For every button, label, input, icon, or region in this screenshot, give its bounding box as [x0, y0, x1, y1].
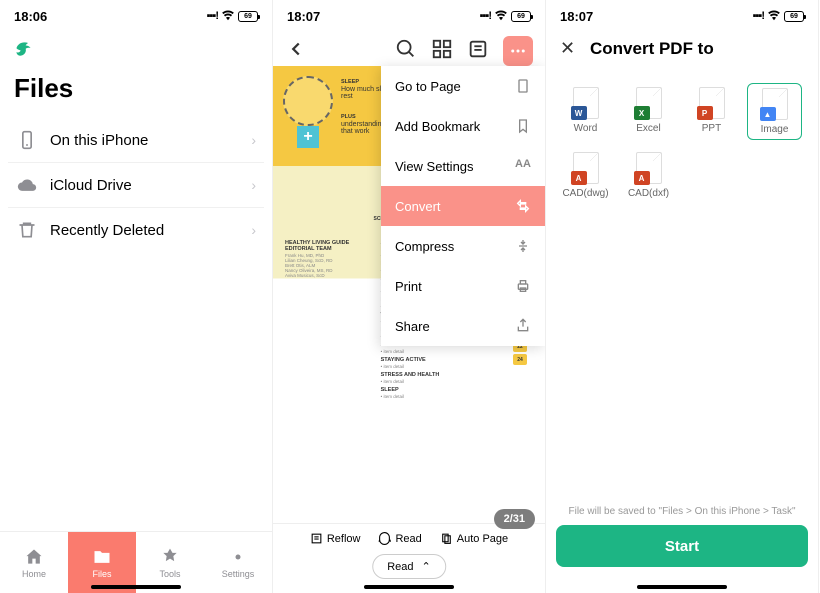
- page-indicator: 2/31: [494, 509, 535, 529]
- status-right: ▪▪▪! 69: [207, 8, 258, 25]
- wifi-icon: [767, 8, 781, 25]
- format-image[interactable]: ▲ Image: [747, 83, 802, 140]
- chevron-right-icon: ›: [251, 177, 256, 193]
- start-button[interactable]: Start: [556, 525, 808, 567]
- format-label: CAD(dwg): [562, 188, 608, 199]
- sleep-illustration: [283, 76, 333, 126]
- plus-icon: +: [297, 126, 319, 148]
- wifi-icon: [221, 8, 235, 25]
- screen-convert: 18:07 ▪▪▪! 69 ✕ Convert PDF to W Word X Exc…: [546, 0, 819, 593]
- more-button[interactable]: [503, 36, 533, 66]
- page-title: Files: [0, 69, 272, 118]
- doc-toc-item: STAYING ACTIVE: [381, 357, 503, 363]
- app-logo: [0, 28, 272, 69]
- location-label: On this iPhone: [50, 132, 239, 149]
- doc-section: HEALTHY LIVING GUIDE EDITORIAL TEAM: [285, 240, 371, 252]
- format-label: Image: [761, 124, 789, 135]
- format-label: CAD(dxf): [628, 188, 669, 199]
- menu-convert[interactable]: Convert: [381, 186, 545, 226]
- tool-read[interactable]: Read: [378, 532, 421, 545]
- chevron-right-icon: ›: [251, 132, 256, 148]
- read-mode-button[interactable]: Read ⌃: [372, 554, 446, 579]
- tab-tools[interactable]: Tools: [136, 532, 204, 593]
- menu-print[interactable]: Print: [381, 266, 545, 306]
- tab-settings[interactable]: Settings: [204, 532, 272, 593]
- chevron-up-icon: ⌃: [422, 560, 431, 573]
- location-icloud-drive[interactable]: iCloud Drive ›: [8, 163, 264, 208]
- home-indicator[interactable]: [637, 585, 727, 589]
- location-on-this-iphone[interactable]: On this iPhone ›: [8, 118, 264, 163]
- signal-icon: ▪▪▪!: [480, 10, 491, 22]
- tool-auto-page[interactable]: Auto Page: [440, 532, 508, 545]
- location-recently-deleted[interactable]: Recently Deleted ›: [8, 208, 264, 252]
- status-right: ▪▪▪! 69: [480, 8, 531, 25]
- save-location-hint: File will be saved to "Files > On this i…: [546, 506, 818, 517]
- doc-toc-item: STRESS AND HEALTH: [381, 372, 503, 378]
- home-indicator[interactable]: [91, 585, 181, 589]
- format-caddwg[interactable]: A CAD(dwg): [558, 148, 613, 203]
- battery-icon: 69: [511, 11, 531, 22]
- home-indicator[interactable]: [364, 585, 454, 589]
- menu-goto-page[interactable]: Go to Page: [381, 66, 545, 106]
- tool-reflow[interactable]: Reflow: [310, 532, 361, 545]
- file-icon: A: [573, 152, 599, 184]
- format-grid: W Word X Excel P PPT ▲ Image A CAD(dwg) A CAD(dxf): [546, 69, 818, 217]
- tab-bar: Home Files Tools Settings: [0, 531, 272, 593]
- status-time: 18:07: [560, 9, 593, 24]
- file-icon: W: [573, 87, 599, 119]
- battery-icon: 69: [238, 11, 258, 22]
- back-button[interactable]: [285, 38, 307, 65]
- location-label: Recently Deleted: [50, 222, 239, 239]
- close-button[interactable]: ✕: [560, 38, 580, 59]
- page-title: Convert PDF to: [590, 39, 714, 59]
- file-icon: P: [699, 87, 725, 119]
- tab-files[interactable]: Files: [68, 532, 136, 593]
- locations-list: On this iPhone › iCloud Drive › Recently…: [0, 118, 272, 252]
- format-caddxf[interactable]: A CAD(dxf): [621, 148, 676, 203]
- menu-share[interactable]: Share: [381, 306, 545, 346]
- tab-label: Settings: [222, 569, 255, 579]
- doc-page-number: 24: [513, 354, 527, 365]
- tab-label: Home: [22, 569, 46, 579]
- format-excel[interactable]: X Excel: [621, 83, 676, 140]
- file-icon: ▲: [762, 88, 788, 120]
- signal-icon: ▪▪▪!: [207, 10, 218, 22]
- file-icon: X: [636, 87, 662, 119]
- outline-button[interactable]: [467, 38, 489, 65]
- menu-add-bookmark[interactable]: Add Bookmark: [381, 106, 545, 146]
- battery-icon: 69: [784, 11, 804, 22]
- thumbnails-button[interactable]: [431, 38, 453, 65]
- status-right: ▪▪▪! 69: [753, 8, 804, 25]
- tab-label: Files: [92, 569, 111, 579]
- more-menu: Go to Page Add Bookmark View SettingsAA …: [381, 66, 545, 346]
- status-bar: 18:06 ▪▪▪! 69: [0, 0, 272, 28]
- chevron-right-icon: ›: [251, 222, 256, 238]
- trash-icon: [16, 219, 38, 241]
- file-icon: A: [636, 152, 662, 184]
- format-label: PPT: [702, 123, 721, 134]
- cloud-icon: [16, 174, 38, 196]
- format-label: Excel: [636, 123, 660, 134]
- format-word[interactable]: W Word: [558, 83, 613, 140]
- tab-home[interactable]: Home: [0, 532, 68, 593]
- wifi-icon: [494, 8, 508, 25]
- format-label: Word: [574, 123, 598, 134]
- menu-view-settings[interactable]: View SettingsAA: [381, 146, 545, 186]
- screen-files: 18:06 ▪▪▪! 69 Files On this iPhone › iCl…: [0, 0, 273, 593]
- location-label: iCloud Drive: [50, 177, 239, 194]
- signal-icon: ▪▪▪!: [753, 10, 764, 22]
- convert-header: ✕ Convert PDF to: [546, 28, 818, 69]
- format-ppt[interactable]: P PPT: [684, 83, 739, 140]
- screen-reader: 18:07 ▪▪▪! 69 + SLEEP How much sleep do …: [273, 0, 546, 593]
- search-button[interactable]: [395, 38, 417, 65]
- phone-icon: [16, 129, 38, 151]
- doc-toc-item: SLEEP: [381, 387, 503, 393]
- menu-compress[interactable]: Compress: [381, 226, 545, 266]
- status-time: 18:07: [287, 9, 320, 24]
- tab-label: Tools: [159, 569, 180, 579]
- status-bar: 18:07 ▪▪▪! 69: [546, 0, 818, 28]
- status-time: 18:06: [14, 9, 47, 24]
- status-bar: 18:07 ▪▪▪! 69: [273, 0, 545, 28]
